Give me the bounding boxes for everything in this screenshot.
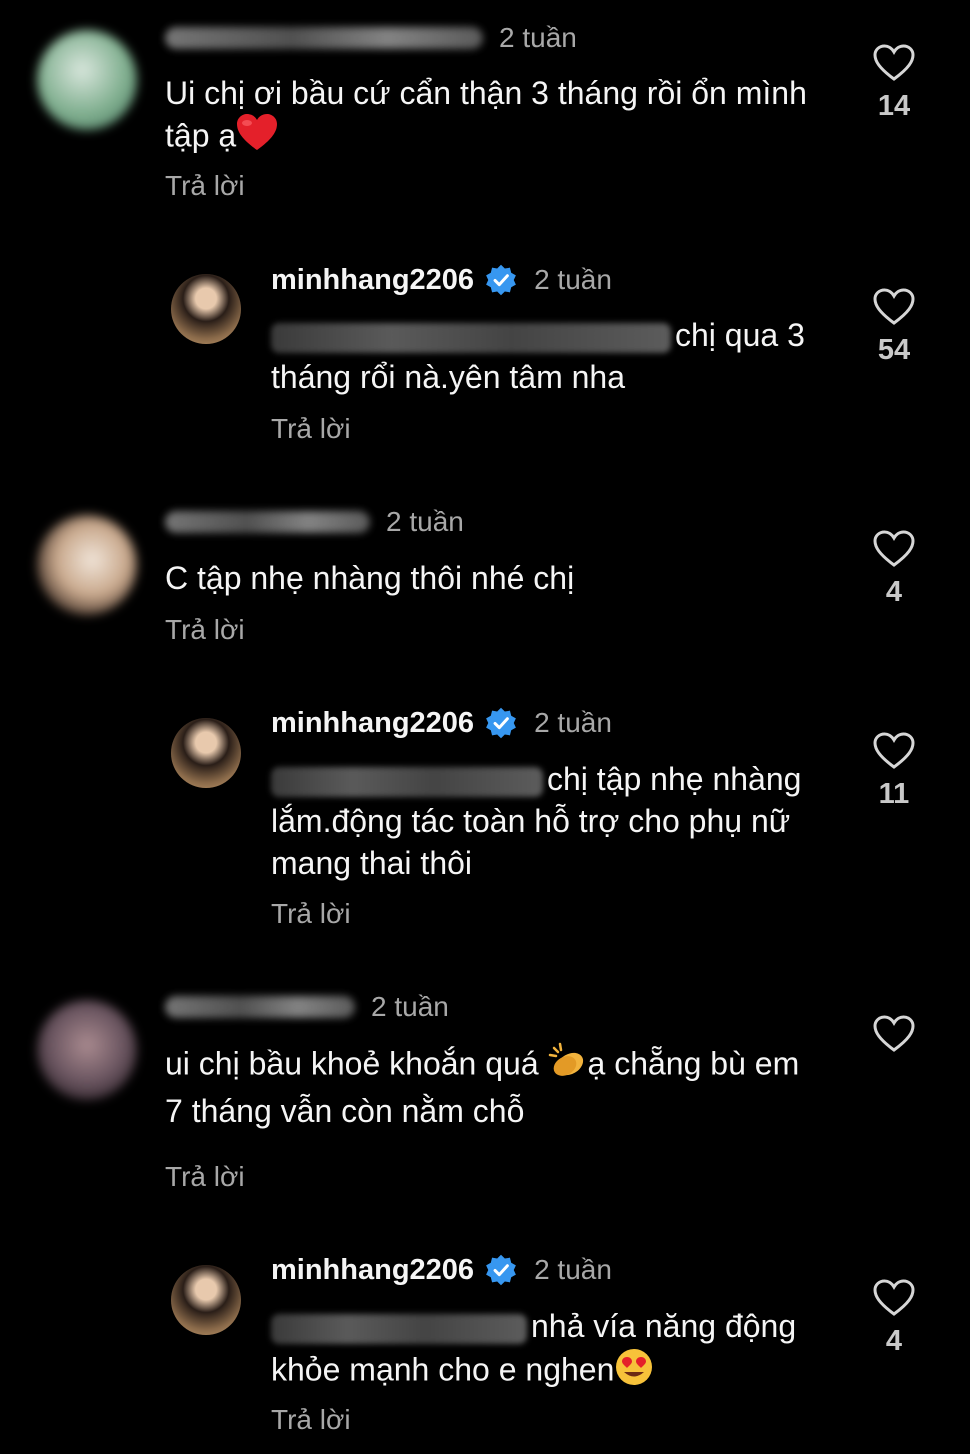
avatar[interactable] xyxy=(171,718,241,788)
comment-text: ui chị bầu khoẻ khoắn quá ạ chẵng bù em … xyxy=(165,1042,815,1132)
like-count: 14 xyxy=(877,90,911,122)
reply-button[interactable]: Trả lời xyxy=(165,1161,245,1193)
reply-header: minhhang2206 2 tuần xyxy=(271,1252,612,1288)
like-button[interactable]: 4 xyxy=(868,1279,920,1358)
comment-text: C tập nhẹ nhàng thôi nhé chị xyxy=(165,560,575,596)
like-count: 4 xyxy=(885,1325,903,1357)
reply-button[interactable]: Trả lời xyxy=(165,614,245,646)
like-count: 11 xyxy=(878,778,910,810)
heart-outline-icon[interactable] xyxy=(873,44,915,82)
heart-outline-icon[interactable] xyxy=(873,530,915,568)
like-button[interactable]: 4 xyxy=(868,530,920,609)
like-count: 4 xyxy=(885,576,903,608)
avatar[interactable] xyxy=(171,274,241,344)
username[interactable]: minhhang2206 xyxy=(271,1254,474,1287)
reply-text: chị tập nhẹ nhàng lắm.động tác toàn hỗ t… xyxy=(271,761,802,881)
username-blurred[interactable] xyxy=(165,996,355,1018)
verified-badge-icon xyxy=(486,264,516,296)
heart-eyes-emoji xyxy=(614,1347,654,1397)
reply-button[interactable]: Trả lời xyxy=(271,1404,351,1436)
heart-outline-icon[interactable] xyxy=(873,288,915,326)
reply-text: nhả vía năng động khỏe mạnh cho e nghen xyxy=(271,1305,831,1397)
reply-header: minhhang2206 2 tuần xyxy=(271,262,612,298)
like-button[interactable]: 54 xyxy=(868,288,920,367)
heart-outline-icon[interactable] xyxy=(873,1015,915,1053)
avatar[interactable] xyxy=(37,1000,137,1100)
reply-text: chị qua 3 tháng rổi nà.yên tâm nha xyxy=(271,317,805,395)
timestamp: 2 tuần xyxy=(371,991,449,1022)
timestamp: 2 tuần xyxy=(534,264,612,295)
clapping-hands-emoji xyxy=(548,1042,588,1090)
timestamp: 2 tuần xyxy=(534,707,612,738)
comment-header: 2 tuần xyxy=(165,20,577,56)
timestamp: 2 tuần xyxy=(534,1254,612,1285)
like-button[interactable] xyxy=(868,1015,920,1061)
comment-text: Ui chị ơi bầu cứ cẩn thận 3 tháng rồi ổn… xyxy=(165,72,845,162)
heart-outline-icon[interactable] xyxy=(873,1279,915,1317)
username[interactable]: minhhang2206 xyxy=(271,707,474,740)
username-blurred[interactable] xyxy=(165,27,483,49)
reply-button[interactable]: Trả lời xyxy=(165,170,245,202)
like-button[interactable]: 11 xyxy=(868,732,920,811)
mention-blurred[interactable] xyxy=(271,766,543,797)
red-heart-emoji xyxy=(236,114,278,162)
avatar[interactable] xyxy=(37,30,137,130)
mention-blurred[interactable] xyxy=(271,1313,527,1344)
reply-button[interactable]: Trả lời xyxy=(271,898,351,930)
username-blurred[interactable] xyxy=(165,511,370,533)
comment-header: 2 tuần xyxy=(165,504,464,540)
like-button[interactable]: 14 xyxy=(868,44,920,123)
mention-blurred[interactable] xyxy=(271,322,671,353)
reply-button[interactable]: Trả lời xyxy=(271,413,351,445)
comment-header: 2 tuần xyxy=(165,989,449,1025)
verified-badge-icon xyxy=(486,707,516,739)
heart-outline-icon[interactable] xyxy=(873,732,915,770)
verified-badge-icon xyxy=(486,1254,516,1286)
username[interactable]: minhhang2206 xyxy=(271,264,474,297)
timestamp: 2 tuần xyxy=(499,22,577,53)
avatar[interactable] xyxy=(171,1265,241,1335)
timestamp: 2 tuần xyxy=(386,506,464,537)
like-count: 54 xyxy=(877,334,911,366)
reply-header: minhhang2206 2 tuần xyxy=(271,705,612,741)
avatar[interactable] xyxy=(37,515,137,615)
